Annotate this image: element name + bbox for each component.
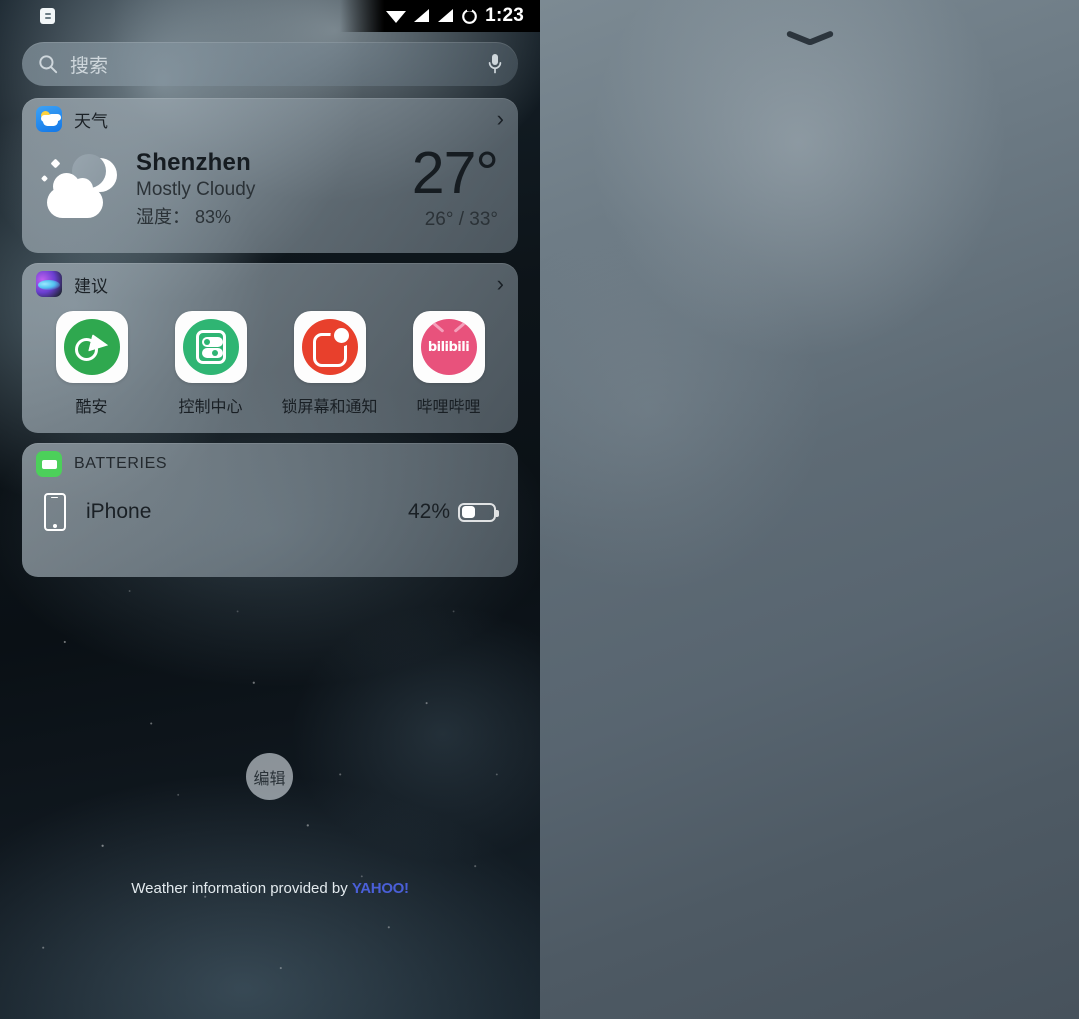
battery-device-name: iPhone	[86, 500, 152, 524]
status-bar-left	[0, 8, 55, 24]
status-bar: 1:23	[0, 0, 540, 32]
suggested-app-label: 锁屏幕和通知	[281, 399, 378, 417]
batteries-widget-title: BATTERIES	[74, 455, 168, 473]
weather-humidity: 湿度： 83%	[136, 206, 232, 227]
suggested-app-coolapk[interactable]: 酷安	[32, 311, 151, 417]
battery-level-indicator	[458, 502, 499, 522]
chevron-right-icon[interactable]: ›	[497, 108, 504, 130]
weather-attribution: Weather information provided by YAHOO!	[0, 880, 540, 897]
status-bar-right: 1:23	[340, 0, 540, 32]
wifi-icon	[386, 9, 407, 24]
suggestions-app-row: 酷安 控制中心 锁屏幕和通知 bilibili 哔哩哔哩	[22, 305, 518, 433]
control-center-icon	[174, 311, 247, 384]
suggestions-widget-title: 建议	[74, 276, 108, 296]
weather-high-low: 26° / 33°	[424, 209, 498, 231]
search-bar[interactable]: 搜索	[22, 42, 518, 86]
search-icon	[38, 54, 58, 74]
edit-button[interactable]: 编辑	[246, 753, 293, 800]
battery-widget-icon	[36, 451, 62, 478]
weather-temps: 27° 26° / 33°	[411, 140, 500, 231]
bilibili-icon: bilibili	[412, 311, 485, 384]
batteries-widget[interactable]: BATTERIES iPhone 42%	[22, 443, 518, 578]
yahoo-link[interactable]: YAHOO!	[352, 880, 409, 897]
weather-condition: Mostly Cloudy	[136, 178, 256, 200]
suggestions-widget[interactable]: 建议 › 酷安 控制中心 锁屏幕和通知 bilibili 哔哩哔哩	[22, 263, 518, 434]
suggested-app-label: 哔哩哔哩	[416, 399, 481, 417]
weather-temperature: 27°	[411, 140, 499, 206]
lockscreen-notifications-icon	[293, 311, 366, 384]
battery-status: 42%	[407, 500, 499, 524]
status-bar-clock: 1:23	[485, 5, 524, 26]
chevron-right-icon[interactable]: ›	[497, 273, 504, 295]
bilibili-logo-text: bilibili	[427, 339, 470, 355]
microphone-icon[interactable]	[488, 53, 502, 75]
suggestions-widget-header[interactable]: 建议 ›	[22, 263, 518, 305]
suggested-app-lockscreen[interactable]: 锁屏幕和通知	[270, 311, 389, 417]
batteries-widget-header: BATTERIES	[22, 443, 518, 485]
weather-widget-title: 天气	[74, 111, 108, 131]
weather-widget-header[interactable]: 天气 ›	[22, 98, 518, 140]
signal-bars-icon	[413, 9, 430, 23]
notification-badge-icon	[40, 8, 55, 24]
suggested-app-label: 酷安	[75, 399, 108, 417]
siri-icon	[36, 271, 62, 298]
iphone-icon	[44, 493, 66, 532]
battery-percent-label: 42%	[407, 500, 450, 524]
screenshot-root: 1:23 搜索 天气 › Shenzhen Mostly Cloudy 湿度： …	[0, 0, 1079, 1019]
suggested-app-control-center[interactable]: 控制中心	[151, 311, 270, 417]
suggested-app-label: 控制中心	[178, 399, 243, 417]
signal-bars-icon-2	[437, 9, 454, 23]
weather-info: Shenzhen Mostly Cloudy 湿度： 83%	[136, 149, 255, 229]
today-view-pane: 1:23 搜索 天气 › Shenzhen Mostly Cloudy 湿度： …	[0, 0, 540, 1019]
suggested-app-bilibili[interactable]: bilibili 哔哩哔哩	[389, 311, 508, 417]
attribution-text: Weather information provided by	[131, 880, 352, 897]
chevron-down-icon[interactable]	[787, 28, 833, 50]
weather-app-icon	[36, 106, 62, 132]
coolapk-icon	[55, 311, 128, 384]
weather-widget-body: Shenzhen Mostly Cloudy 湿度： 83% 27° 26° /…	[22, 140, 518, 253]
widget-stack: 天气 › Shenzhen Mostly Cloudy 湿度： 83% 27° …	[22, 98, 518, 587]
battery-circle-icon	[461, 7, 478, 25]
control-center-pane: 选择音乐播放器	[540, 0, 1079, 1019]
battery-row: iPhone 42%	[22, 485, 518, 577]
search-input-placeholder: 搜索	[70, 55, 109, 77]
weather-widget[interactable]: 天气 › Shenzhen Mostly Cloudy 湿度： 83% 27° …	[22, 98, 518, 254]
moon-behind-cloud-icon	[40, 152, 122, 226]
weather-city: Shenzhen	[136, 148, 251, 176]
